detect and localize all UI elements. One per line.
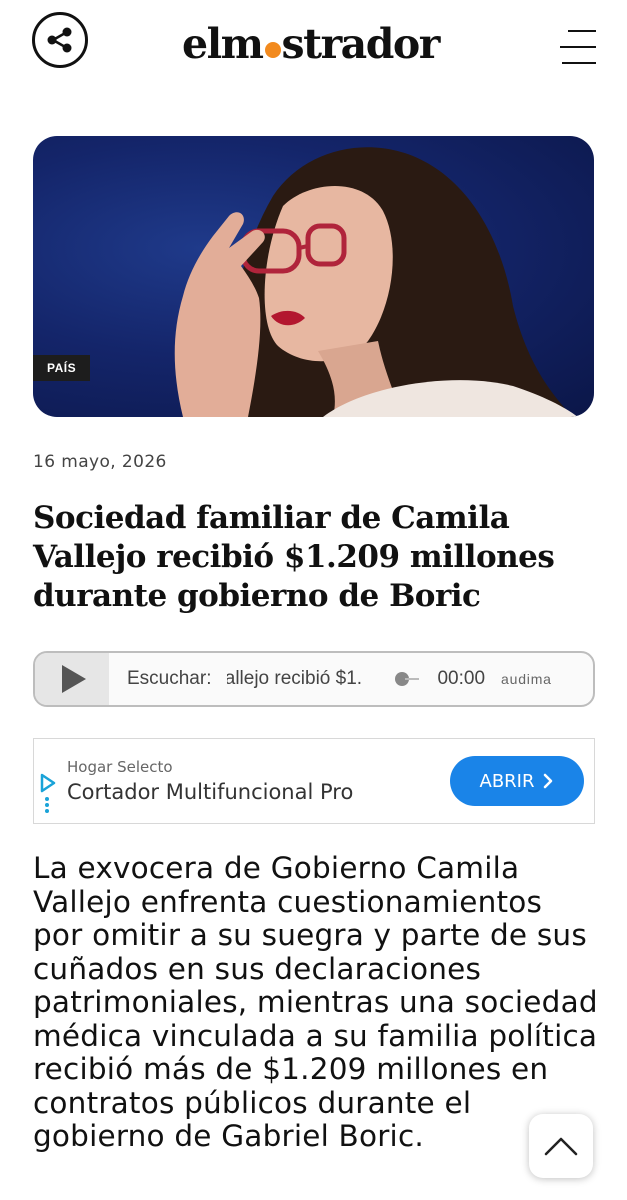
menu-line: [562, 62, 596, 64]
playback-time: 00:00: [437, 668, 486, 689]
menu-line: [568, 30, 596, 32]
volume-slider[interactable]: [395, 672, 420, 686]
site-logo[interactable]: elm strador: [182, 20, 441, 72]
ad-choices-icon[interactable]: [38, 773, 58, 813]
play-icon: [62, 665, 86, 693]
article-date: 16 mayo, 2026: [33, 452, 167, 472]
logo-text-start: elm: [182, 20, 264, 68]
ad-banner[interactable]: Hogar Selecto Cortador Multifuncional Pr…: [33, 738, 595, 824]
audio-brand-logo: audima: [501, 671, 552, 687]
category-badge[interactable]: PAÍS: [33, 355, 91, 381]
hero-image[interactable]: [33, 136, 594, 417]
logo-orange-dot: [264, 42, 281, 58]
chevron-right-icon: [544, 773, 553, 789]
volume-track: [405, 678, 420, 680]
article-lead: La exvocera de Gobierno Camila Vallejo e…: [33, 851, 598, 1153]
chevron-up-icon: [544, 1137, 578, 1156]
ad-title: Cortador Multifuncional Pro: [67, 780, 354, 804]
back-to-top-button[interactable]: [529, 1114, 593, 1178]
scrolling-title: Vallejo recibió $1.: [227, 668, 365, 690]
scrolling-title-text: Vallejo recibió $1.: [227, 668, 363, 689]
audio-player: Escuchar: Vallejo recibió $1. 00:00 audi…: [33, 651, 595, 707]
play-button[interactable]: [35, 653, 109, 705]
share-button[interactable]: [32, 12, 88, 68]
ad-open-button[interactable]: ABRIR: [450, 756, 584, 806]
site-header: elm strador: [0, 0, 627, 92]
article-title: Sociedad familiar de Camila Vallejo reci…: [33, 500, 555, 614]
hamburger-menu-icon[interactable]: [560, 30, 596, 64]
ad-sponsor: Hogar Selecto: [67, 758, 173, 776]
menu-line: [560, 46, 596, 48]
hero-photo-illustration: [174, 147, 578, 417]
listen-label: Escuchar:: [127, 668, 212, 689]
share-icon: [47, 27, 72, 53]
logo-text-end: strador: [281, 20, 441, 68]
ad-open-label: ABRIR: [479, 770, 535, 792]
